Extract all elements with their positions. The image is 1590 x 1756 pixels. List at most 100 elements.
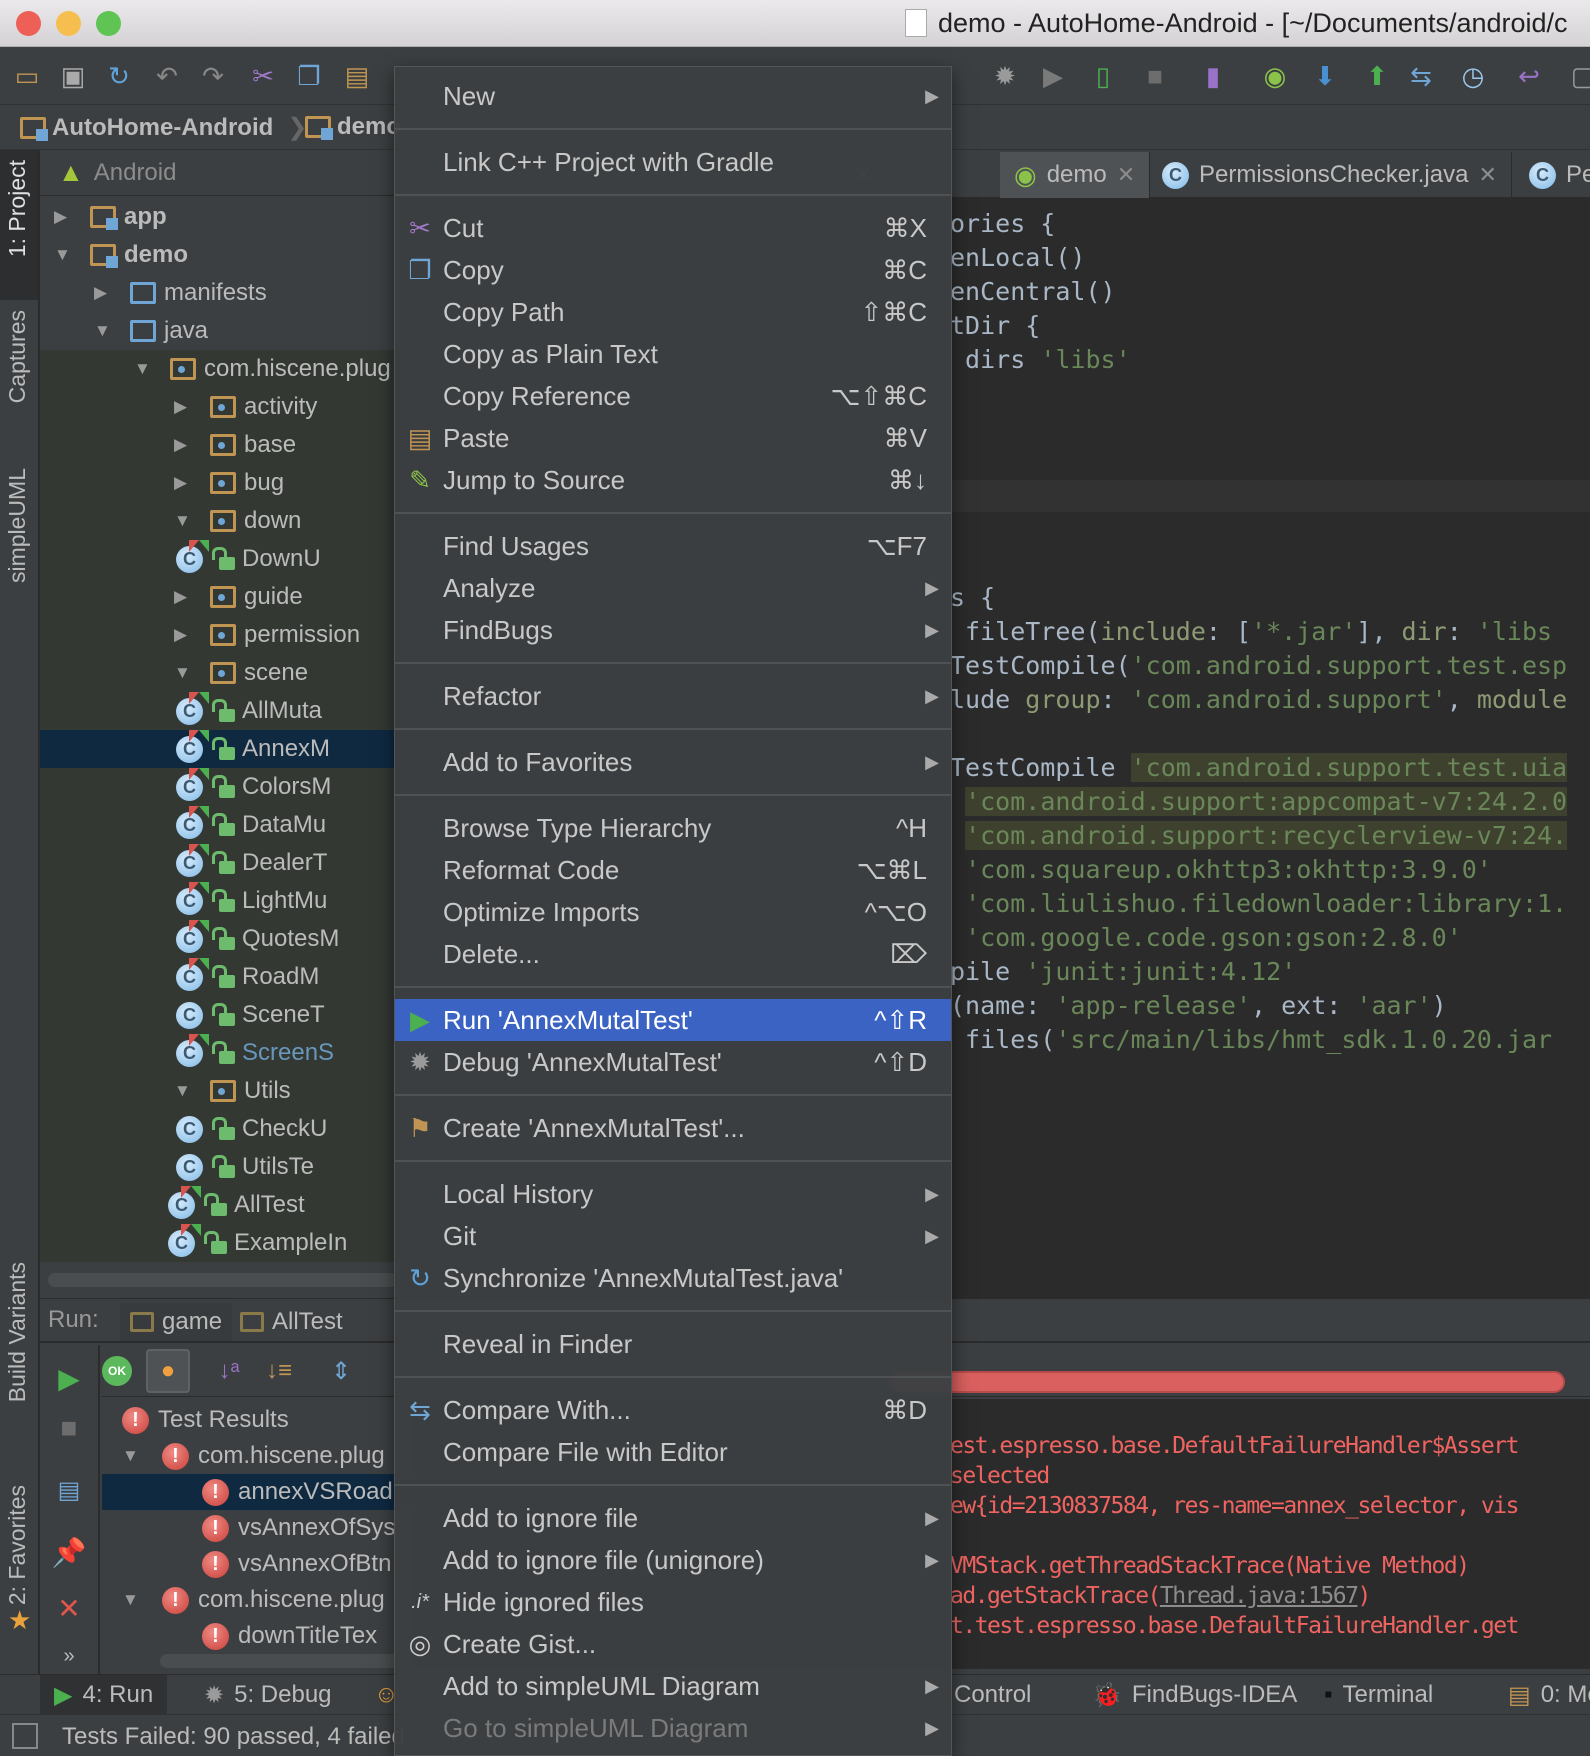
menu-item-debug-annexmutaltest[interactable]: ✹ Debug 'AnnexMutalTest' ^⇧D xyxy=(395,1041,951,1083)
menu-item-synchronize-annexmutaltest-java[interactable]: ↻ Synchronize 'AnnexMutalTest.java' xyxy=(395,1257,951,1299)
editor-tab[interactable]: ◉ demo ✕ xyxy=(1000,152,1151,198)
show-ignored-icon[interactable]: ● xyxy=(146,1349,190,1393)
menu-item-run-annexmutaltest[interactable]: ▶ Run 'AnnexMutalTest' ^⇧R xyxy=(395,999,951,1041)
sort-alphabetically-icon[interactable]: ↓ᵃ xyxy=(212,1354,246,1388)
editor-tab[interactable]: C Pe xyxy=(1515,152,1590,198)
menu-item-hide-ignored-files[interactable]: .i* Hide ignored files xyxy=(395,1581,951,1623)
menu-item-link-c-project-with-gradle[interactable]: Link C++ Project with Gradle xyxy=(395,141,951,183)
menu-item-browse-type-hierarchy[interactable]: Browse Type Hierarchy ^H xyxy=(395,807,951,849)
menu-item-add-to-simpleuml-diagram[interactable]: Add to simpleUML Diagram ▶ xyxy=(395,1665,951,1707)
menu-item-add-to-favorites[interactable]: Add to Favorites ▶ xyxy=(395,741,951,783)
menu-item-git[interactable]: Git ▶ xyxy=(395,1215,951,1257)
menu-item-reformat-code[interactable]: Reformat Code ⌥⌘L xyxy=(395,849,951,891)
vcs-commit-icon[interactable]: ⬆ xyxy=(1360,59,1394,93)
expanded-arrow-icon[interactable]: ▼ xyxy=(54,245,71,265)
test-result-item[interactable]: ! Test Results xyxy=(102,1402,412,1438)
menu-item-compare-with[interactable]: ⇆ Compare With... ⌘D xyxy=(395,1389,951,1431)
copy-icon[interactable]: ❐ xyxy=(292,59,326,93)
menu-item-add-to-ignore-file-unignore[interactable]: Add to ignore file (unignore) ▶ xyxy=(395,1539,951,1581)
open-folder-icon[interactable]: ▭ xyxy=(10,59,44,93)
project-horizontal-scrollbar[interactable] xyxy=(48,1273,398,1287)
tree-item[interactable]: C DownU xyxy=(40,539,400,578)
stack-trace-link[interactable]: Thread.java:1567 xyxy=(1160,1583,1359,1609)
test-result-item[interactable]: ! annexVSRoad xyxy=(102,1474,412,1510)
menu-item-copy[interactable]: ❐ Copy ⌘C xyxy=(395,249,951,291)
stop-icon[interactable]: ■ xyxy=(1138,59,1172,93)
tree-item[interactable]: C DataMu xyxy=(40,805,400,844)
menu-item-analyze[interactable]: Analyze ▶ xyxy=(395,567,951,609)
history-icon[interactable]: ◷ xyxy=(1456,59,1490,93)
menu-item-jump-to-source[interactable]: ✎ Jump to Source ⌘↓ xyxy=(395,459,951,501)
test-result-item[interactable]: ! downTitleTex xyxy=(102,1618,412,1654)
gradle-sync-icon[interactable]: ◉ xyxy=(1258,59,1292,93)
tree-item[interactable]: C AllTest xyxy=(40,1185,400,1224)
bottom-tool-0[interactable]: ▶ 4: Run xyxy=(40,1675,168,1715)
tree-item[interactable]: ▼ down xyxy=(40,502,400,540)
breadcrumb-module[interactable]: demo xyxy=(305,113,401,141)
zoom-window-button[interactable] xyxy=(96,11,121,36)
paste-icon[interactable]: ▤ xyxy=(340,59,374,93)
attach-debugger-icon[interactable]: ▯ xyxy=(1086,59,1120,93)
expanded-arrow-icon[interactable]: ▼ xyxy=(174,511,191,531)
menu-item-find-usages[interactable]: Find Usages ⌥F7 xyxy=(395,525,951,567)
collapsed-arrow-icon[interactable]: ▶ xyxy=(54,207,67,227)
tree-item[interactable]: ▶ activity xyxy=(40,388,400,426)
sync-icon[interactable]: ↻ xyxy=(102,59,136,93)
editor-tab[interactable]: C PermissionsChecker.java ✕ xyxy=(1148,152,1512,198)
menu-item-copy-as-plain-text[interactable]: Copy as Plain Text xyxy=(395,333,951,375)
tree-item[interactable]: C AllMuta xyxy=(40,691,400,730)
close-icon[interactable]: ✕ xyxy=(52,1591,86,1625)
menu-item-go-to-simpleuml-diagram[interactable]: Go to simpleUML Diagram ▶ xyxy=(395,1707,951,1749)
collapsed-arrow-icon[interactable]: ▶ xyxy=(174,435,187,455)
pin-icon[interactable]: 📌 xyxy=(52,1535,87,1569)
cut-icon[interactable]: ✂ xyxy=(246,59,280,93)
menu-item-compare-file-with-editor[interactable]: Compare File with Editor xyxy=(395,1431,951,1473)
expanded-arrow-icon[interactable]: ▼ xyxy=(122,1446,139,1466)
tool-window-project[interactable]: 1: Project xyxy=(4,160,31,257)
project-structure-icon[interactable]: ▢ xyxy=(1566,59,1590,93)
menu-item-findbugs[interactable]: FindBugs ▶ xyxy=(395,609,951,651)
collapsed-arrow-icon[interactable]: ▶ xyxy=(94,283,107,303)
tree-item[interactable]: C LightMu xyxy=(40,881,400,920)
tree-item[interactable]: ▶ bug xyxy=(40,464,400,502)
rerun-icon[interactable]: ▶ xyxy=(52,1361,86,1395)
tree-item[interactable]: ▼ java xyxy=(40,312,400,350)
test-tree-scrollbar[interactable] xyxy=(160,1654,410,1668)
redo-icon[interactable]: ↷ xyxy=(196,59,230,93)
menu-item-create-gist[interactable]: ◎ Create Gist... xyxy=(395,1623,951,1665)
avd-manager-icon[interactable]: ▮ xyxy=(1196,59,1230,93)
menu-item-cut[interactable]: ✂ Cut ⌘X xyxy=(395,207,951,249)
stop-icon[interactable]: ■ xyxy=(52,1411,86,1445)
tool-window-favorites[interactable]: 2: Favorites xyxy=(4,1485,31,1605)
test-result-item[interactable]: ! vsAnnexOfSys xyxy=(102,1510,412,1546)
tool-window-simpleuml[interactable]: simpleUML xyxy=(4,468,31,583)
expanded-arrow-icon[interactable]: ▼ xyxy=(174,1081,191,1101)
menu-item-reveal-in-finder[interactable]: Reveal in Finder xyxy=(395,1323,951,1365)
tree-item[interactable]: C ColorsM xyxy=(40,767,400,806)
tree-item[interactable]: C QuotesM xyxy=(40,919,400,958)
layout-icon[interactable]: ▤ xyxy=(52,1473,86,1507)
test-result-item[interactable]: ▼! com.hiscene.plug xyxy=(102,1438,412,1474)
tool-windows-toggle-icon[interactable] xyxy=(12,1723,38,1749)
tree-item[interactable]: ▼ com.hiscene.plug xyxy=(40,350,400,388)
menu-item-delete[interactable]: Delete... ⌦ xyxy=(395,933,951,975)
undo-icon[interactable]: ↶ xyxy=(150,59,184,93)
menu-item-copy-reference[interactable]: Copy Reference ⌥⇧⌘C xyxy=(395,375,951,417)
expanded-arrow-icon[interactable]: ▼ xyxy=(94,321,111,341)
show-passed-icon[interactable]: OK xyxy=(102,1356,132,1386)
tree-item[interactable]: C SceneT xyxy=(40,996,400,1034)
tree-item[interactable]: ▼ scene xyxy=(40,654,400,692)
test-result-item[interactable]: ▼! com.hiscene.plug xyxy=(102,1582,412,1618)
tool-window-build-variants[interactable]: Build Variants xyxy=(4,1262,31,1402)
tree-item[interactable]: ▼ Utils xyxy=(40,1072,400,1110)
expanded-arrow-icon[interactable]: ▼ xyxy=(122,1590,139,1610)
revert-icon[interactable]: ↩ xyxy=(1512,59,1546,93)
close-tab-icon[interactable]: ✕ xyxy=(1117,162,1135,188)
close-tab-icon[interactable]: ✕ xyxy=(1478,162,1496,188)
tree-item[interactable]: C UtilsTe xyxy=(40,1148,400,1186)
menu-item-refactor[interactable]: Refactor ▶ xyxy=(395,675,951,717)
expanded-arrow-icon[interactable]: ▼ xyxy=(134,359,151,379)
tree-item[interactable]: ▶ manifests xyxy=(40,274,400,312)
run-tab-game[interactable]: game xyxy=(120,1303,233,1341)
sort-by-duration-icon[interactable]: ↓≡ xyxy=(262,1354,296,1388)
